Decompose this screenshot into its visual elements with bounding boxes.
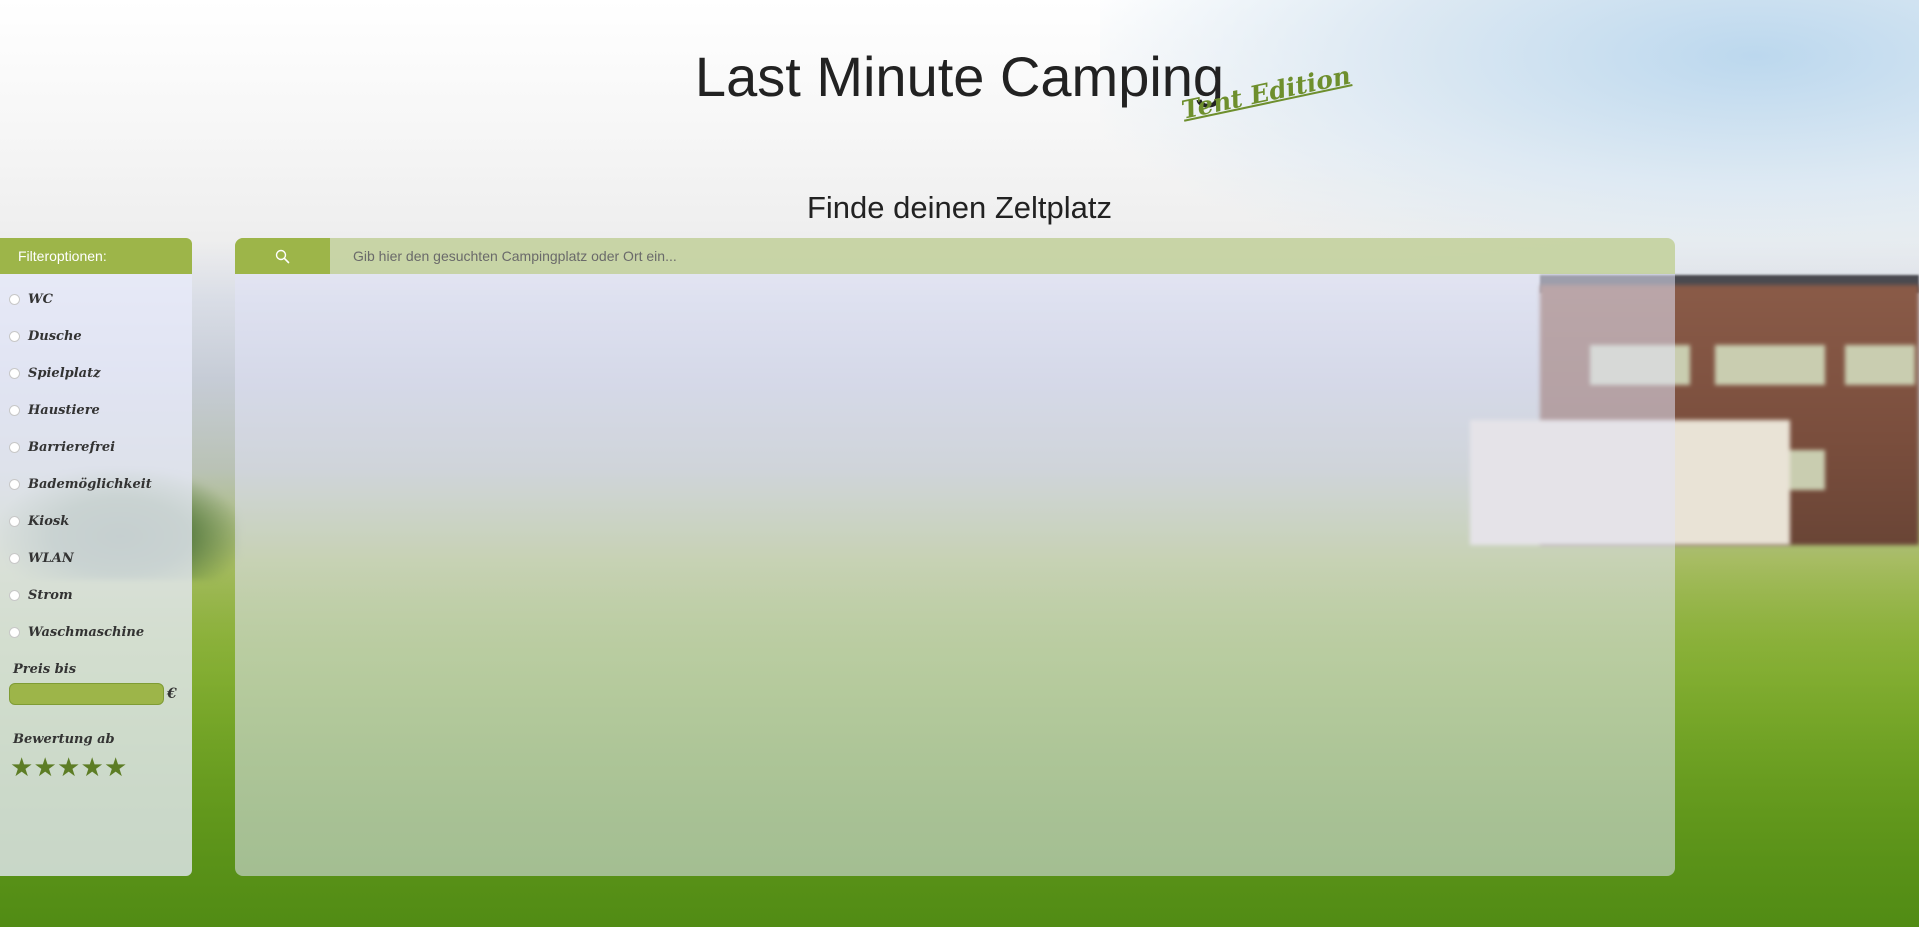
filter-option-spielplatz[interactable]: Spielplatz (9, 363, 100, 383)
star-icon[interactable]: ★ (81, 755, 104, 781)
filter-option-wlan[interactable]: WLAN (9, 548, 74, 568)
filter-option-label: WC (28, 291, 53, 307)
filter-option-label: Kiosk (28, 513, 70, 529)
page-title: Last Minute Camping (694, 45, 1225, 108)
filter-option-label: Strom (28, 587, 73, 603)
filter-option-label: Haustiere (28, 402, 100, 418)
filter-option-label: Barrierefrei (28, 439, 116, 455)
filter-option-label: Bademöglichkeit (28, 476, 152, 492)
filter-option-label: Waschmaschine (28, 624, 145, 640)
search-input[interactable] (330, 238, 1675, 274)
filter-option-barrierefrei[interactable]: Barrierefrei (9, 437, 115, 457)
star-icon[interactable]: ★ (10, 755, 33, 781)
star-icon[interactable]: ★ (57, 755, 80, 781)
filter-option-kiosk[interactable]: Kiosk (9, 511, 69, 531)
filter-option-bademoeglichkeit[interactable]: Bademöglichkeit (9, 474, 152, 494)
search-bar (235, 238, 1675, 274)
filter-option-label: Dusche (28, 328, 82, 344)
radio-button[interactable] (9, 330, 20, 342)
search-button[interactable] (235, 238, 330, 274)
currency-symbol: € (167, 686, 177, 702)
radio-button[interactable] (9, 589, 20, 601)
filter-option-label: WLAN (28, 550, 74, 566)
radio-button[interactable] (9, 626, 20, 638)
section-title: Finde deinen Zeltplatz (806, 190, 1113, 225)
radio-button[interactable] (9, 441, 20, 453)
filter-option-label: Spielplatz (28, 365, 101, 381)
radio-button[interactable] (9, 367, 20, 379)
search-icon (275, 249, 290, 263)
star-rating: ★ ★ ★ ★ ★ (10, 755, 128, 781)
star-icon[interactable]: ★ (34, 755, 57, 781)
radio-button[interactable] (9, 478, 20, 490)
filter-option-wc[interactable]: WC (9, 289, 53, 309)
filter-option-haustiere[interactable]: Haustiere (9, 400, 100, 420)
filter-heading: Filteroptionen: (0, 238, 192, 274)
filter-option-strom[interactable]: Strom (9, 585, 73, 605)
filter-option-dusche[interactable]: Dusche (9, 326, 82, 346)
radio-button[interactable] (9, 293, 20, 305)
radio-button[interactable] (9, 404, 20, 416)
radio-button[interactable] (9, 552, 20, 564)
results-panel (235, 238, 1675, 876)
radio-button[interactable] (9, 515, 20, 527)
price-input[interactable] (9, 683, 164, 705)
filter-option-waschmaschine[interactable]: Waschmaschine (9, 622, 144, 642)
results-area (235, 274, 1675, 876)
price-label: Preis bis (13, 662, 77, 677)
rating-label: Bewertung ab (13, 732, 115, 747)
star-icon[interactable]: ★ (104, 755, 127, 781)
